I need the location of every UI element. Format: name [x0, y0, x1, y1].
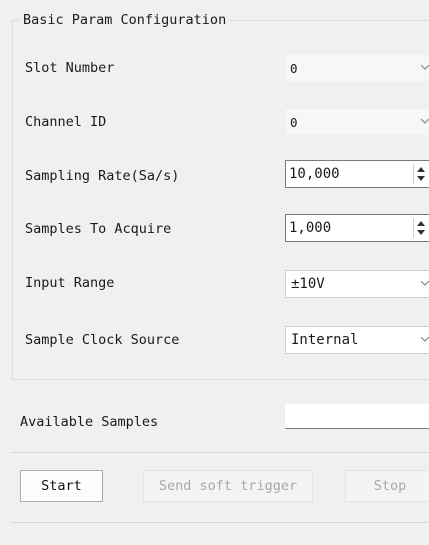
sample-clock-source-label: Sample Clock Source	[25, 332, 180, 348]
channel-id-label: Channel ID	[25, 114, 107, 130]
send-soft-trigger-button[interactable]: Send soft trigger	[143, 470, 313, 502]
groupbox-title: Basic Param Configuration	[20, 11, 230, 29]
chevron-down-icon	[420, 336, 429, 342]
input-range-label: Input Range	[25, 275, 115, 291]
samples-to-acquire-value: 1,000	[289, 220, 332, 236]
samples-to-acquire-spinbox[interactable]: 1,000	[285, 214, 429, 242]
start-button[interactable]: Start	[20, 470, 103, 502]
sample-clock-source-select[interactable]: Internal	[285, 326, 429, 354]
sampling-rate-value: 10,000	[289, 166, 340, 182]
samples-to-acquire-label: Samples To Acquire	[25, 221, 172, 237]
button-bar-top-divider	[10, 452, 429, 453]
input-range-select[interactable]: ±10V	[285, 270, 429, 298]
spin-arrows-icon[interactable]	[413, 218, 428, 238]
button-bar-bottom-divider	[10, 522, 429, 523]
input-range-value: ±10V	[291, 276, 325, 292]
slot-number-value: 0	[290, 61, 298, 76]
sampling-rate-label: Sampling Rate(Sa/s)	[25, 168, 180, 184]
sampling-rate-spinbox[interactable]: 10,000	[285, 160, 429, 188]
slot-number-label: Slot Number	[25, 60, 115, 76]
chevron-down-icon	[420, 64, 429, 70]
slot-number-select[interactable]: 0	[285, 54, 429, 82]
channel-id-select[interactable]: 0	[285, 108, 429, 136]
chevron-down-icon	[420, 118, 429, 124]
chevron-down-icon	[420, 280, 429, 286]
stop-button[interactable]: Stop	[345, 470, 429, 502]
available-samples-label: Available Samples	[20, 414, 159, 430]
spin-arrows-icon[interactable]	[413, 164, 428, 184]
available-samples-field[interactable]	[285, 404, 429, 429]
daq-config-panel: Basic Param Configuration Slot Number 0 …	[0, 0, 429, 545]
channel-id-value: 0	[290, 115, 298, 130]
sample-clock-source-value: Internal	[291, 332, 359, 348]
